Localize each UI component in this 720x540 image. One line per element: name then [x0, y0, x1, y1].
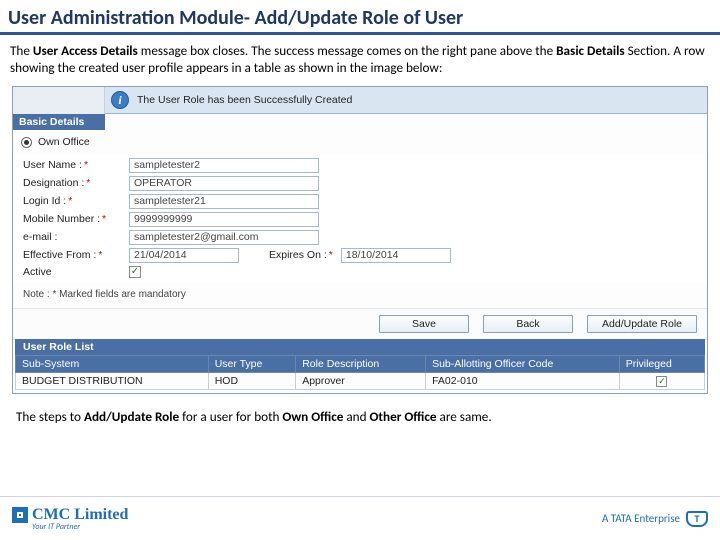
success-banner: i The User Role has been Successfully Cr… — [13, 87, 707, 114]
username-label: User Name :* — [23, 159, 121, 171]
username-input[interactable]: sampletester2 — [129, 158, 319, 173]
mobile-input[interactable]: 9999999999 — [129, 212, 319, 227]
active-label: Active — [23, 266, 121, 278]
banner-left-spacer — [13, 87, 105, 114]
intro-b2: Basic Details — [556, 42, 624, 59]
loginid-input[interactable]: sampletester21 — [129, 194, 319, 209]
col-usertype: User Type — [208, 356, 296, 373]
success-message: The User Role has been Successfully Crea… — [137, 94, 352, 106]
save-button[interactable]: Save — [379, 315, 469, 333]
tata-text: A TATA Enterprise — [602, 512, 680, 525]
cell-subsystem: BUDGET DISTRIBUTION — [16, 373, 209, 390]
tata-branding: A TATA Enterprise — [602, 511, 708, 527]
info-icon: i — [111, 91, 129, 109]
user-role-list-header: User Role List — [15, 339, 705, 355]
intro-paragraph: The User Access Details message box clos… — [0, 41, 720, 82]
email-input[interactable]: sampletester2@gmail.com — [129, 230, 319, 245]
own-office-label: Own Office — [38, 136, 90, 148]
cell-privileged: ✓ — [619, 373, 704, 390]
tata-logo-icon — [686, 511, 708, 527]
intro-t1: The — [10, 42, 33, 59]
embedded-screenshot: i The User Role has been Successfully Cr… — [12, 86, 708, 394]
col-suballotting: Sub-Allotting Officer Code — [426, 356, 620, 373]
expires-on-input[interactable]: 18/10/2014 — [341, 248, 451, 263]
loginid-label: Login Id :* — [23, 195, 121, 207]
effective-from-input[interactable]: 21/04/2014 — [129, 248, 239, 263]
banner-content: i The User Role has been Successfully Cr… — [105, 87, 707, 114]
privileged-checkbox[interactable]: ✓ — [656, 376, 667, 387]
active-checkbox[interactable]: ✓ — [129, 266, 141, 278]
cell-usertype: HOD — [208, 373, 296, 390]
col-privileged: Privileged — [619, 356, 704, 373]
table-header-row: Sub-System User Type Role Description Su… — [16, 356, 705, 373]
user-role-table: Sub-System User Type Role Description Su… — [15, 355, 705, 390]
intro-t2: message box closes. The success message … — [138, 42, 556, 59]
cell-suballotting: FA02-010 — [426, 373, 620, 390]
button-row: Save Back Add/Update Role — [13, 308, 707, 339]
basic-details-header: Basic Details — [13, 114, 105, 130]
expires-on-label: Expires On :* — [269, 249, 333, 261]
slide-footer: CMC Limited Your IT Partner A TATA Enter… — [0, 496, 720, 540]
radio-selected-icon — [21, 137, 32, 148]
email-label: e-mail : — [23, 231, 121, 243]
mandatory-note: Note : * Marked fields are mandatory — [13, 283, 707, 308]
own-office-radio[interactable]: Own Office — [13, 130, 707, 154]
back-button[interactable]: Back — [483, 315, 573, 333]
cmc-logo: CMC Limited Your IT Partner — [12, 507, 128, 531]
effective-from-label: Effective From :* — [23, 249, 121, 261]
outro-paragraph: The steps to Add/Update Role for a user … — [0, 398, 720, 425]
intro-b1: User Access Details — [33, 42, 138, 59]
designation-input[interactable]: OPERATOR — [129, 176, 319, 191]
page-title: User Administration Module- Add/Update R… — [0, 0, 720, 35]
col-subsystem: Sub-System — [16, 356, 209, 373]
table-row[interactable]: BUDGET DISTRIBUTION HOD Approver FA02-01… — [16, 373, 705, 390]
cmc-name: CMC Limited — [32, 507, 128, 523]
cell-roledesc: Approver — [296, 373, 426, 390]
cmc-tagline: Your IT Partner — [32, 523, 128, 531]
form-area: User Name :* sampletester2 Designation :… — [13, 154, 707, 283]
cmc-square-icon — [12, 507, 28, 523]
designation-label: Designation :* — [23, 177, 121, 189]
col-roledesc: Role Description — [296, 356, 426, 373]
add-update-role-button[interactable]: Add/Update Role — [587, 315, 697, 333]
mobile-label: Mobile Number :* — [23, 213, 121, 225]
